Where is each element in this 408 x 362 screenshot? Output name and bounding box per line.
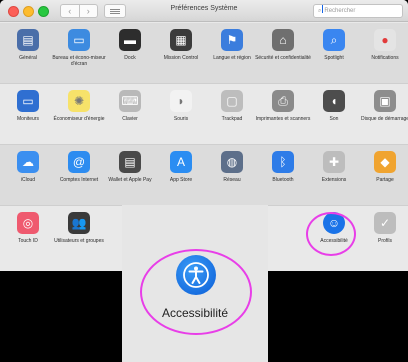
pref-sharing[interactable]: ◆ Partage xyxy=(357,151,408,183)
general-icon: ▤ xyxy=(17,29,39,51)
pref-app-store[interactable]: A App Store xyxy=(153,151,209,183)
pref-profiles[interactable]: ✓ Profils xyxy=(357,212,408,244)
pref-internet-accounts[interactable]: @ Comptes Internet xyxy=(51,151,107,183)
pref-general[interactable]: ▤ Général xyxy=(0,29,56,61)
display-icon: ▭ xyxy=(17,90,39,112)
pref-notifications[interactable]: ● Notifications xyxy=(357,29,408,61)
keyboard-icon: ⌨ xyxy=(119,90,141,112)
pref-keyboard[interactable]: ⌨ Clavier xyxy=(102,90,158,122)
title-bar: ‹ › Préférences Système ⌕ Rechercher xyxy=(0,0,408,22)
search-input[interactable]: ⌕ Rechercher xyxy=(313,4,403,18)
flag-icon: ⚑ xyxy=(221,29,243,51)
pref-row-hardware: ▭ Moniteurs ✺ Économiseur d'énergie ⌨ Clavier… xyxy=(0,84,408,144)
pref-label: iCloud xyxy=(20,177,36,183)
accessibility-icon[interactable] xyxy=(176,255,216,295)
pref-label: Souris xyxy=(173,116,189,122)
pref-mouse[interactable]: ◗ Souris xyxy=(153,90,209,122)
pref-network[interactable]: ◍ Réseau xyxy=(204,151,260,183)
pref-label: Profils xyxy=(378,238,392,244)
pref-desktop[interactable]: ▭ Bureau et écono-miseur d'écran xyxy=(51,29,107,67)
pref-energy[interactable]: ✺ Économiseur d'énergie xyxy=(51,90,107,122)
pref-icloud[interactable]: ☁ iCloud xyxy=(0,151,56,183)
pref-label: Imprimantes et scanners xyxy=(255,116,311,122)
pref-printers[interactable]: ⎙ Imprimantes et scanners xyxy=(255,90,311,122)
pref-label: Langue et région xyxy=(213,55,251,61)
zoom-callout: Accessibilité xyxy=(122,205,268,362)
pref-label: Son xyxy=(329,116,339,122)
house-lock-icon: ⌂ xyxy=(272,29,294,51)
pref-label: Mission Control xyxy=(163,55,199,61)
pref-trackpad[interactable]: ▢ Trackpad xyxy=(204,90,260,122)
dock-icon: ▬ xyxy=(119,29,141,51)
zoom-accessibility-label: Accessibilité xyxy=(161,306,229,320)
search-placeholder: Rechercher xyxy=(324,8,356,14)
pref-label: Extensions xyxy=(321,177,347,183)
search-icon: ⌕ xyxy=(318,8,322,14)
notifications-icon: ● xyxy=(374,29,396,51)
pref-language[interactable]: ⚑ Langue et région xyxy=(204,29,260,61)
wallet-icon: ▤ xyxy=(119,151,141,173)
pref-label: Partage xyxy=(376,177,394,183)
checkmark-icon: ✓ xyxy=(374,212,396,234)
mouse-icon: ◗ xyxy=(170,90,192,112)
at-icon: @ xyxy=(68,151,90,173)
pref-label: App Store xyxy=(169,177,193,183)
pref-label: Notifications xyxy=(371,55,399,61)
pref-label: Touch ID xyxy=(18,238,38,244)
puzzle-icon: ✚ xyxy=(323,151,345,173)
spotlight-icon: ⌕ xyxy=(323,29,345,51)
pref-label: Dock xyxy=(124,55,136,61)
pref-security[interactable]: ⌂ Sécurité et confidentialité xyxy=(255,29,311,61)
bulb-icon: ✺ xyxy=(68,90,90,112)
pref-dock[interactable]: ▬ Dock xyxy=(102,29,158,61)
trackpad-icon: ▢ xyxy=(221,90,243,112)
pref-label: Réseau xyxy=(223,177,241,183)
bluetooth-icon: ᛒ xyxy=(272,151,294,173)
pref-bluetooth[interactable]: ᛒ Bluetooth xyxy=(255,151,311,183)
pref-label: Spotlight xyxy=(324,55,344,61)
pref-spotlight[interactable]: ⌕ Spotlight xyxy=(306,29,362,61)
sharing-icon: ◆ xyxy=(374,151,396,173)
pref-label: Économiseur d'énergie xyxy=(53,116,105,122)
pref-label: Moniteurs xyxy=(17,116,39,122)
pref-displays[interactable]: ▭ Moniteurs xyxy=(0,90,56,122)
pref-label: Trackpad xyxy=(221,116,243,122)
pref-label: Général xyxy=(19,55,37,61)
globe-icon: ◍ xyxy=(221,151,243,173)
printer-icon: ⎙ xyxy=(272,90,294,112)
pref-startup[interactable]: ▣ Disque de démarrage xyxy=(357,90,408,122)
pref-touch-id[interactable]: ◎ Touch ID xyxy=(0,212,56,244)
pref-users[interactable]: 👥 Utilisateurs et groupes xyxy=(51,212,107,244)
pref-extensions[interactable]: ✚ Extensions xyxy=(306,151,362,183)
pref-label: Sécurité et confidentialité xyxy=(255,55,311,61)
pref-label: Wallet et Apple Pay xyxy=(108,177,152,183)
pref-mission-control[interactable]: ▦ Mission Control xyxy=(153,29,209,61)
pref-label: Clavier xyxy=(122,116,138,122)
mission-control-icon: ▦ xyxy=(170,29,192,51)
pref-wallet[interactable]: ▤ Wallet et Apple Pay xyxy=(102,151,158,183)
desktop-icon: ▭ xyxy=(68,29,90,51)
pref-label: Comptes Internet xyxy=(59,177,99,183)
speaker-icon: ◖ xyxy=(323,90,345,112)
pref-label: Utilisateurs et groupes xyxy=(54,238,104,244)
pref-label: Disque de démarrage xyxy=(360,116,408,122)
cloud-icon: ☁ xyxy=(17,151,39,173)
disk-icon: ▣ xyxy=(374,90,396,112)
pref-row-personal: ▤ Général ▭ Bureau et écono-miseur d'écran ▬… xyxy=(0,23,408,83)
pref-label: Bluetooth xyxy=(272,177,294,183)
fingerprint-icon: ◎ xyxy=(17,212,39,234)
users-icon: 👥 xyxy=(68,212,90,234)
pref-row-internet: ☁ iCloud @ Comptes Internet ▤ Wallet et Apple… xyxy=(0,145,408,205)
app-store-icon: A xyxy=(170,151,192,173)
pref-sound[interactable]: ◖ Son xyxy=(306,90,362,122)
accessibility-highlight-circle xyxy=(306,212,356,256)
pref-label: Bureau et écono-miseur d'écran xyxy=(52,55,106,67)
